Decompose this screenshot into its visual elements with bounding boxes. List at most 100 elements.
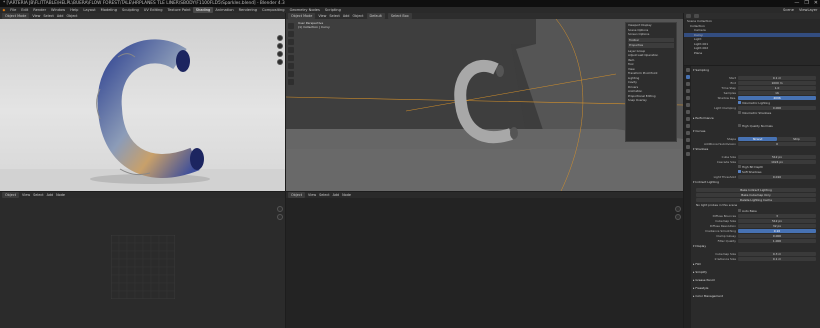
checkbox[interactable] [738,209,741,213]
physics-tab-icon[interactable] [685,131,690,135]
section-label[interactable]: ▸ Simplify [693,270,707,275]
orbit-gizmo-icon[interactable] [277,35,283,41]
menu-add[interactable]: Add [47,192,54,198]
shader-editor-left[interactable]: Object View Select Add Node [0,192,285,328]
checkbox[interactable] [738,101,741,105]
action-button[interactable]: Bake Cubemap Only [696,193,816,197]
cursor-tool-icon[interactable] [288,31,294,37]
action-button[interactable]: Delete Lighting Cache [696,198,816,202]
npanel-item[interactable]: Toolbar [628,37,674,42]
section-label[interactable]: ▸ Grease Pencil [693,278,715,283]
property-value-field[interactable]: 0.10 [738,229,816,233]
panel-section-header: ▾ Curves [692,129,818,134]
property-value-field[interactable]: 3 [738,214,816,218]
section-label[interactable]: ▸ Performance [693,116,714,121]
view-layer-tab-icon[interactable] [685,89,690,93]
property-value-field[interactable]: 0.000 [738,234,816,238]
camera-view-icon[interactable] [277,59,283,65]
checkbox[interactable] [738,124,741,128]
scene-tab-icon[interactable] [685,96,690,100]
particles-tab-icon[interactable] [685,124,690,128]
move-tool-icon[interactable] [288,39,294,45]
toggle-option-strip[interactable]: Strip [777,137,816,141]
menu-select[interactable]: Select [319,192,329,198]
menu-view[interactable]: View [22,192,30,198]
zoom-icon[interactable] [277,206,283,212]
outliner-item[interactable]: Plane [684,51,820,56]
zoom-icon[interactable] [277,43,283,49]
filter-icon[interactable] [694,14,699,18]
rotate-tool-icon[interactable] [288,47,294,53]
shader-editor-main[interactable]: Object View Select Add Node [286,192,683,328]
outliner-editor-icon[interactable] [686,14,691,18]
toggle-option-strand[interactable]: Strand [738,137,777,141]
render-tab-icon[interactable] [685,75,690,79]
property-value-field[interactable]: 0 [738,142,816,146]
section-label[interactable]: ▾ Curves [693,129,705,134]
main-3d-viewport[interactable]: Object Mode View Select Add Object Defau… [286,13,683,191]
npanel-item[interactable]: Snap Overlay [626,98,676,103]
modifier-tab-icon[interactable] [685,117,690,121]
data-tab-icon[interactable] [685,145,690,149]
property-value-field[interactable]: 0.000 [738,106,816,110]
hand-pan-icon[interactable] [675,214,681,220]
property-value-field[interactable]: 16 [738,91,816,95]
checkbox[interactable] [738,165,741,169]
hand-pan-icon[interactable] [277,51,283,57]
property-value-field[interactable]: 0.3 m [738,252,816,256]
editor-type-dropdown[interactable]: Object [288,192,306,198]
select-tool-icon[interactable] [288,23,294,29]
close-icon[interactable]: ✕ [814,0,818,7]
property-value-field[interactable]: 0.1 m [738,257,816,261]
material-tab-icon[interactable] [685,152,690,156]
section-label[interactable]: ▾ Display [693,244,706,249]
hand-pan-icon[interactable] [277,214,283,220]
section-label[interactable]: ▾ Indirect Lighting [693,180,719,185]
property-value-field[interactable]: 32 px [738,224,816,228]
transform-tool-icon[interactable] [288,63,294,69]
section-label[interactable]: ▸ Film [693,262,701,267]
checkbox-wrapper[interactable]: Soft Shadows [738,170,762,175]
maximize-icon[interactable]: ❐ [804,0,808,7]
section-label[interactable]: ▸ Color Management [693,294,723,299]
action-button[interactable]: Bake Indirect Lighting [696,188,816,192]
checkbox-wrapper[interactable]: Volumetric Lighting [738,101,770,106]
checkbox-wrapper[interactable]: Volumetric Shadows [738,111,771,116]
property-value-field[interactable]: 4096 [738,96,816,100]
render-viewport[interactable]: Object Mode View Select Add Object [0,13,285,191]
checkbox-wrapper[interactable]: High Quality Normals [738,124,773,129]
menu-select[interactable]: Select [33,192,43,198]
scale-tool-icon[interactable] [288,55,294,61]
property-value-field[interactable]: 0.010 [738,175,816,179]
property-value-field[interactable]: 1.0 [738,86,816,90]
menu-view[interactable]: View [308,192,316,198]
npanel-item[interactable]: Screen Options [626,32,676,37]
editor-type-dropdown[interactable]: Object [2,192,20,198]
menu-add[interactable]: Add [333,192,340,198]
output-tab-icon[interactable] [685,82,690,86]
measure-tool-icon[interactable] [288,79,294,85]
section-label[interactable]: ▸ Freestyle [693,286,708,291]
checkbox-wrapper[interactable]: Auto Bake [738,209,757,214]
constraints-tab-icon[interactable] [685,138,690,142]
tool-tab-icon[interactable] [685,68,690,72]
zoom-icon[interactable] [675,206,681,212]
npanel-item[interactable]: Properties [628,43,674,48]
section-label[interactable]: ▾ Shadows [693,147,708,152]
checkbox-wrapper[interactable]: High Bit Depth [738,165,763,170]
checkbox[interactable] [738,111,741,115]
menu-node[interactable]: Node [56,192,65,198]
property-value-field[interactable]: 512 px [738,219,816,223]
menu-node[interactable]: Node [342,192,351,198]
object-tab-icon[interactable] [685,110,690,114]
property-value-field[interactable]: 1000 m [738,81,816,85]
annotate-tool-icon[interactable] [288,71,294,77]
checkbox[interactable] [738,170,741,174]
property-value-field[interactable]: 0.1 m [738,76,816,80]
section-label[interactable]: ▾ Sampling [693,68,709,73]
property-value-field[interactable]: 512 px [738,155,816,159]
minimize-icon[interactable]: — [794,0,799,7]
world-tab-icon[interactable] [685,103,690,107]
property-value-field[interactable]: 1.000 [738,239,816,243]
property-value-field[interactable]: 1024 px [738,160,816,164]
